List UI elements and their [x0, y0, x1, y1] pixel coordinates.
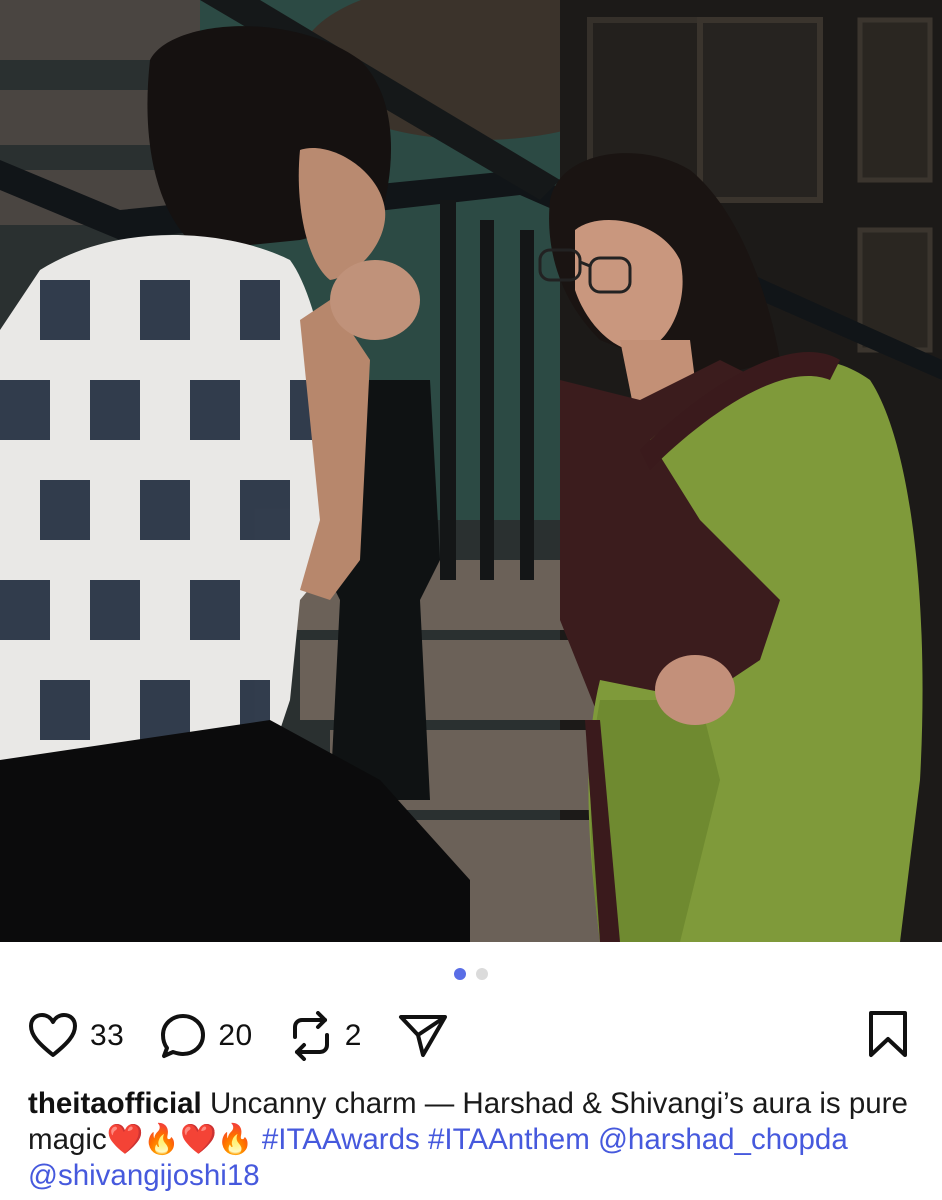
like-button[interactable]: 33	[28, 1013, 124, 1059]
carousel-dot[interactable]	[476, 968, 488, 980]
comment-count: 20	[218, 1019, 253, 1052]
share-button[interactable]	[398, 1013, 448, 1059]
hashtag-link[interactable]: #ITAAnthem	[428, 1123, 590, 1156]
bookmark-outline-icon	[869, 1010, 907, 1057]
save-button[interactable]	[866, 1010, 910, 1063]
comment-button[interactable]: 20	[160, 1013, 252, 1059]
carousel-indicator	[0, 968, 942, 980]
post-image[interactable]	[0, 0, 942, 942]
repost-button[interactable]: 2	[289, 1011, 362, 1061]
hashtag-link[interactable]: #ITAAwards	[262, 1123, 420, 1156]
post-action-bar: 33 20 2	[28, 1008, 910, 1064]
repost-count: 2	[344, 1019, 362, 1052]
carousel-dot-active[interactable]	[454, 968, 466, 980]
mention-link[interactable]: @shivangijoshi18	[28, 1159, 260, 1192]
comment-bubble-icon	[161, 1014, 206, 1058]
send-paper-plane-icon	[398, 1015, 447, 1057]
repost-arrows-icon	[292, 1011, 329, 1061]
caption-username[interactable]: theitaofficial	[28, 1087, 202, 1120]
mention-link[interactable]: @harshad_chopda	[598, 1123, 848, 1156]
heart-outline-icon	[29, 1013, 77, 1057]
like-count: 33	[90, 1019, 125, 1052]
post-photo-illustration	[0, 0, 942, 942]
caption-emoji: ❤️🔥❤️🔥	[106, 1123, 254, 1156]
post-caption: theitaofficial Uncanny charm — Harshad &…	[28, 1086, 918, 1194]
